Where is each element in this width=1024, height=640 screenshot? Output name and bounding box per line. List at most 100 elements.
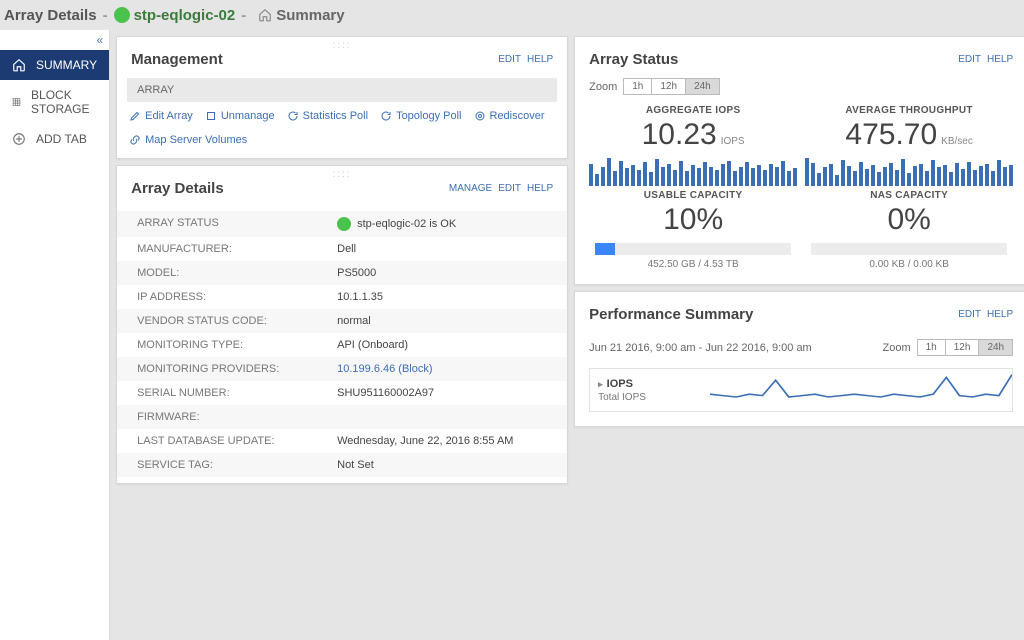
detail-label: SERVICE TAG: — [137, 459, 337, 471]
panel-edit-link[interactable]: EDIT — [498, 183, 521, 194]
zoom-1h-button[interactable]: 1h — [918, 340, 946, 355]
zoom-label: Zoom — [883, 342, 911, 354]
unmanage-button[interactable]: Unmanage — [205, 110, 275, 122]
breadcrumb-section: Array Details — [4, 7, 97, 24]
stat-value: 10.23 — [642, 118, 717, 151]
detail-label: SERIAL NUMBER: — [137, 387, 337, 399]
detail-row-service-tag: SERVICE TAG:Not Set — [117, 453, 567, 477]
management-array-label: ARRAY — [127, 78, 557, 102]
sidebar-item-summary[interactable]: SUMMARY — [0, 50, 109, 80]
statistics-poll-button[interactable]: Statistics Poll — [287, 110, 368, 122]
grid-icon — [12, 95, 21, 109]
detail-label: MANUFACTURER: — [137, 243, 337, 255]
panel-performance-summary: Performance Summary EDIT HELP Jun 21 201… — [574, 291, 1024, 427]
stat-label: AGGREGATE IOPS — [589, 105, 797, 116]
panel-management: :::: Management EDIT HELP ARRAY Edit Arr… — [116, 36, 568, 159]
detail-value: normal — [337, 315, 371, 327]
panel-edit-link[interactable]: EDIT — [958, 54, 981, 65]
panel-manage-link[interactable]: MANAGE — [449, 183, 492, 194]
stat-unit: IOPS — [721, 136, 745, 147]
detail-row-monitoring-type: MONITORING TYPE:API (Onboard) — [117, 333, 567, 357]
refresh-icon — [380, 110, 392, 122]
breadcrumb-page: Summary — [276, 7, 344, 24]
stat-usable-capacity: USABLE CAPACITY 10% 452.50 GB / 4.53 TB — [589, 190, 797, 270]
sidebar-item-label: SUMMARY — [36, 58, 97, 72]
detail-row-array-status: ARRAY STATUS stp-eqlogic-02 is OK — [117, 211, 567, 237]
detail-row-model: MODEL:PS5000 — [117, 261, 567, 285]
zoom-24h-button[interactable]: 24h — [979, 340, 1012, 355]
drag-handle-icon[interactable]: :::: — [333, 169, 352, 180]
panel-help-link[interactable]: HELP — [527, 54, 553, 65]
sidebar-item-block-storage[interactable]: BLOCK STORAGE — [0, 80, 109, 124]
action-label: Rediscover — [490, 110, 545, 122]
target-icon — [474, 110, 486, 122]
detail-row-last-db-update: LAST DATABASE UPDATE:Wednesday, June 22,… — [117, 429, 567, 453]
detail-value[interactable]: 10.199.6.46 (Block) — [337, 363, 432, 375]
main-content: :::: Management EDIT HELP ARRAY Edit Arr… — [110, 30, 1024, 640]
detail-value: 10.1.1.35 — [337, 291, 383, 303]
edit-array-button[interactable]: Edit Array — [129, 110, 193, 122]
zoom-24h-button[interactable]: 24h — [686, 79, 719, 94]
detail-label: IP ADDRESS: — [137, 291, 337, 303]
detail-label: MONITORING TYPE: — [137, 339, 337, 351]
time-range-label: Jun 21 2016, 9:00 am - Jun 22 2016, 9:00… — [589, 342, 812, 354]
perf-metric-toggle[interactable]: ▸IOPS — [598, 378, 702, 390]
home-icon — [258, 8, 272, 22]
stat-unit: KB/sec — [941, 136, 973, 147]
sidebar-item-label: ADD TAB — [36, 132, 87, 146]
rediscover-button[interactable]: Rediscover — [474, 110, 545, 122]
zoom-segmented-control: 1h 12h 24h — [623, 78, 720, 95]
stat-value: 0% — [805, 203, 1013, 237]
chevron-right-icon: ▸ — [598, 379, 603, 389]
throughput-sparkline-chart — [805, 158, 1013, 186]
detail-value: Wednesday, June 22, 2016 8:55 AM — [337, 435, 513, 447]
iops-sparkline-chart — [589, 158, 797, 186]
sidebar-item-add-tab[interactable]: ADD TAB — [0, 124, 109, 154]
detail-value: stp-eqlogic-02 is OK — [337, 217, 456, 231]
detail-row-manufacturer: MANUFACTURER:Dell — [117, 237, 567, 261]
sidebar-item-label: BLOCK STORAGE — [31, 88, 97, 116]
drag-handle-icon[interactable]: :::: — [333, 40, 352, 51]
detail-label: VENDOR STATUS CODE: — [137, 315, 337, 327]
zoom-label: Zoom — [589, 81, 617, 93]
action-label: Unmanage — [221, 110, 275, 122]
action-label: Topology Poll — [396, 110, 461, 122]
breadcrumb-array-name[interactable]: stp-eqlogic-02 — [134, 7, 236, 24]
stat-label: NAS CAPACITY — [805, 190, 1013, 201]
breadcrumb: Array Details - stp-eqlogic-02 - Summary — [0, 0, 1024, 30]
detail-value: Dell — [337, 243, 356, 255]
detail-label: FIRMWARE: — [137, 411, 337, 423]
sidebar: « SUMMARY BLOCK STORAGE ADD TAB — [0, 30, 110, 640]
home-icon — [12, 58, 26, 72]
panel-help-link[interactable]: HELP — [527, 183, 553, 194]
zoom-12h-button[interactable]: 12h — [652, 79, 686, 94]
status-ok-icon — [337, 217, 351, 231]
panel-edit-link[interactable]: EDIT — [498, 54, 521, 65]
action-label: Map Server Volumes — [145, 134, 247, 146]
panel-help-link[interactable]: HELP — [987, 54, 1013, 65]
panel-help-link[interactable]: HELP — [987, 309, 1013, 320]
topology-poll-button[interactable]: Topology Poll — [380, 110, 461, 122]
zoom-12h-button[interactable]: 12h — [946, 340, 980, 355]
stop-icon — [205, 110, 217, 122]
map-server-volumes-button[interactable]: Map Server Volumes — [129, 134, 247, 146]
stat-label: USABLE CAPACITY — [589, 190, 797, 201]
perf-chart-row: ▸IOPS Total IOPS — [589, 368, 1013, 412]
breadcrumb-sep: - — [241, 7, 246, 24]
panel-edit-link[interactable]: EDIT — [958, 309, 981, 320]
collapse-sidebar-button[interactable]: « — [0, 30, 109, 50]
capacity-subtext: 452.50 GB / 4.53 TB — [589, 259, 797, 270]
detail-row-ip-address: IP ADDRESS:10.1.1.35 — [117, 285, 567, 309]
plus-circle-icon — [12, 132, 26, 146]
detail-value: Not Set — [337, 459, 374, 471]
details-table: ARRAY STATUS stp-eqlogic-02 is OK MANUFA… — [117, 207, 567, 483]
detail-label: LAST DATABASE UPDATE: — [137, 435, 337, 447]
detail-row-serial-number: SERIAL NUMBER:SHU951160002A97 — [117, 381, 567, 405]
zoom-1h-button[interactable]: 1h — [624, 79, 652, 94]
stat-throughput: AVERAGE THROUGHPUT 475.70KB/sec — [805, 105, 1013, 186]
perf-series-label: Total IOPS — [598, 392, 702, 403]
perf-line-chart — [710, 369, 1012, 411]
breadcrumb-sep: - — [103, 7, 108, 24]
detail-row-monitoring-providers: MONITORING PROVIDERS:10.199.6.46 (Block) — [117, 357, 567, 381]
panel-title: Array Details — [131, 180, 224, 197]
